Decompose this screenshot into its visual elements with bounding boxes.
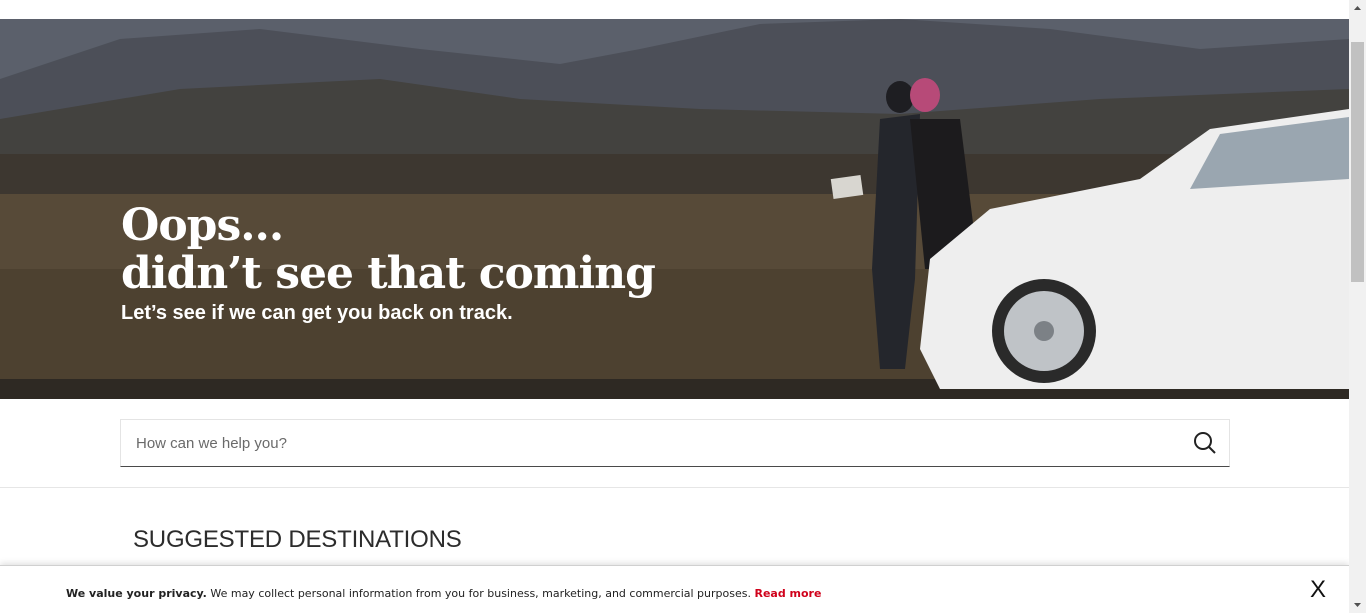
top-bar bbox=[0, 0, 1349, 19]
hero-text: Oops... didn’t see that coming Let’s see… bbox=[121, 200, 656, 326]
scrollbar-thumb[interactable] bbox=[1351, 42, 1364, 282]
scroll-up-arrow-icon[interactable] bbox=[1349, 0, 1366, 17]
section-divider bbox=[0, 487, 1349, 488]
cookie-close-button[interactable]: X bbox=[1310, 576, 1326, 604]
hero-subtitle: Let’s see if we can get you back on trac… bbox=[121, 302, 513, 324]
search-input[interactable] bbox=[121, 420, 1181, 466]
hero-banner: Oops... didn’t see that coming Let’s see… bbox=[0, 19, 1349, 399]
suggested-destinations-heading: SUGGESTED DESTINATIONS bbox=[133, 526, 462, 553]
search-box bbox=[120, 419, 1230, 467]
scroll-down-arrow-icon[interactable] bbox=[1349, 596, 1366, 613]
hero-title-line1: Oops... bbox=[121, 200, 284, 251]
cookie-banner: We value your privacy. We may collect pe… bbox=[0, 565, 1349, 613]
vertical-scrollbar[interactable] bbox=[1349, 0, 1366, 613]
hero-title-line2: didn’t see that coming bbox=[121, 248, 656, 299]
cookie-message-bold: We value your privacy. bbox=[66, 587, 207, 600]
search-icon[interactable] bbox=[1193, 431, 1217, 455]
cookie-message: We value your privacy. We may collect pe… bbox=[66, 587, 821, 600]
cookie-message-text: We may collect personal information from… bbox=[206, 587, 755, 600]
read-more-link[interactable]: Read more bbox=[754, 587, 821, 600]
